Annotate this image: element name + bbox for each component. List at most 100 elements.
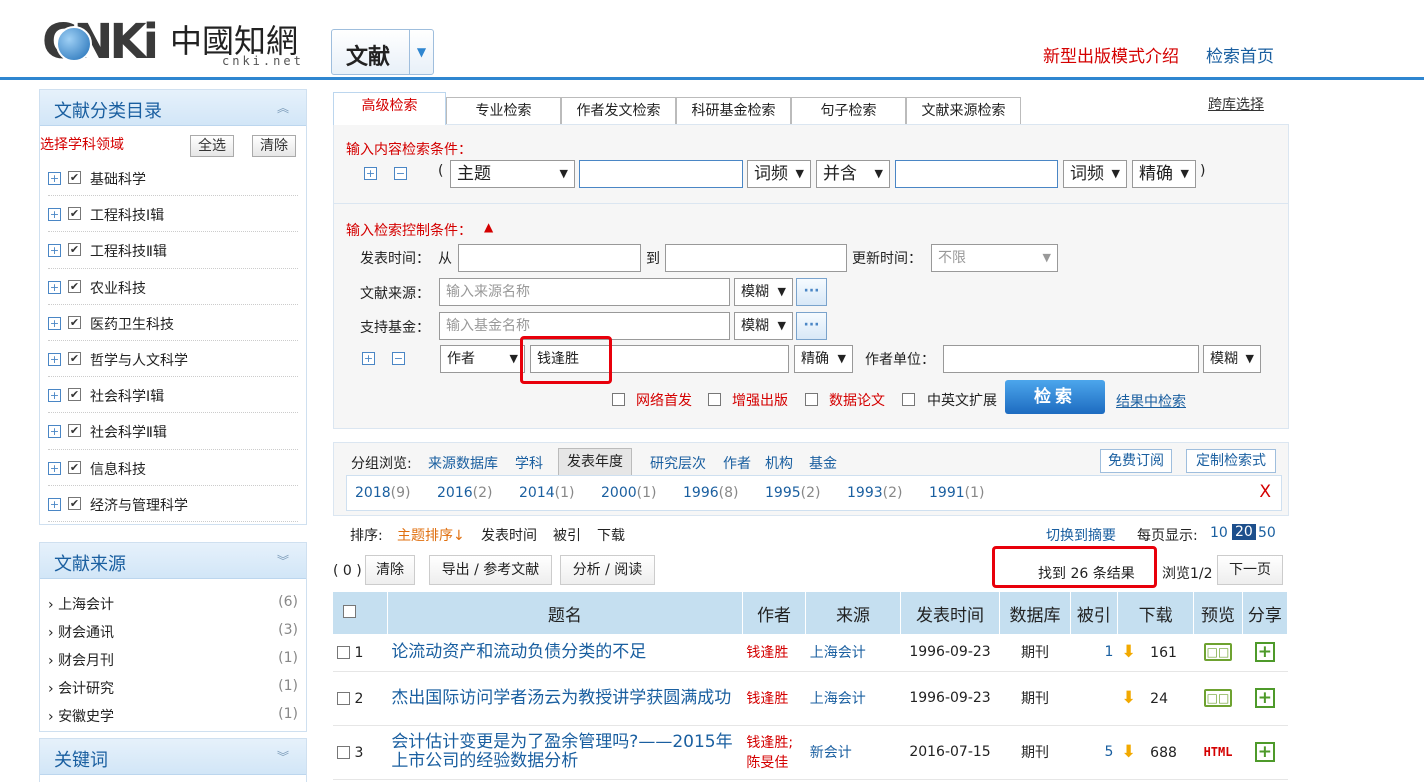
col-download[interactable]: 下载 [1117, 592, 1195, 634]
col-preview[interactable]: 预览 [1193, 592, 1243, 634]
share-plus-icon[interactable]: + [1254, 688, 1275, 708]
fund-match-select[interactable]: 模糊 ▼ [734, 312, 793, 340]
subject-item[interactable]: + ✔ 经济与管理科学 [48, 486, 298, 522]
tab-source[interactable]: 文献来源检索 [906, 97, 1021, 125]
search-button[interactable]: 检索 [1005, 380, 1105, 414]
add-author-row-icon[interactable]: + [362, 352, 375, 365]
subject-checkbox[interactable]: ✔ [68, 171, 81, 184]
remove-author-row-icon[interactable]: − [392, 352, 405, 365]
source-name[interactable]: › 财会通讯 [48, 622, 114, 642]
match-select[interactable]: 精确 ▼ [1132, 160, 1196, 188]
year-item[interactable]: 1991(1) [929, 485, 984, 501]
year-item[interactable]: 2014(1) [519, 485, 574, 501]
collapse-up-icon[interactable]: ▲ [484, 220, 493, 234]
expand-plus-icon[interactable]: + [48, 352, 61, 366]
next-page-button[interactable]: 下一页 [1217, 555, 1283, 585]
source-link[interactable]: 上海会计 [810, 645, 866, 661]
subject-label[interactable]: 农业科技 [90, 278, 146, 298]
expand-plus-icon[interactable]: + [48, 497, 61, 511]
cross-lib-link[interactable]: 跨库选择 [1208, 94, 1264, 114]
opt-online-first-checkbox[interactable] [612, 393, 625, 406]
tab-fund[interactable]: 科研基金检索 [676, 97, 791, 125]
tab-advanced[interactable]: 高级检索 [333, 92, 446, 125]
page-size-50[interactable]: 50 [1258, 525, 1276, 541]
year-item[interactable]: 2016(2) [437, 485, 492, 501]
source-item[interactable]: › 财会通讯 (3) [48, 617, 298, 645]
row-select[interactable]: 3 [333, 725, 388, 780]
subject-checkbox[interactable]: ✔ [68, 315, 81, 329]
row-select[interactable]: 2 [333, 671, 388, 726]
subject-label[interactable]: 医药卫生科技 [90, 314, 174, 334]
subject-checkbox[interactable]: ✔ [68, 424, 81, 438]
subject-checkbox[interactable]: ✔ [68, 207, 81, 221]
year-item[interactable]: 1995(2) [765, 485, 820, 501]
year-item[interactable]: 1993(2) [847, 485, 902, 501]
expand-plus-icon[interactable]: + [48, 208, 61, 222]
sort-relevance[interactable]: 主题排序↓ [397, 525, 465, 545]
group-org[interactable]: 机构 [765, 453, 793, 473]
group-pub-year[interactable]: 发表年度 [558, 448, 632, 476]
sort-date[interactable]: 发表时间 [481, 525, 537, 545]
share-plus-icon[interactable]: + [1254, 742, 1275, 762]
remove-row-icon[interactable]: − [394, 167, 407, 180]
freq-select-2[interactable]: 词频 ▼ [1063, 160, 1127, 188]
search-home-link[interactable]: 检索首页 [1206, 42, 1274, 67]
subject-label[interactable]: 社会科学Ⅰ辑 [90, 386, 164, 406]
logic-select[interactable]: 并含 ▼ [816, 160, 890, 188]
sort-downloads[interactable]: 下载 [597, 525, 625, 545]
date-from-input[interactable] [458, 244, 641, 272]
new-mode-link[interactable]: 新型出版模式介绍 [1043, 42, 1179, 67]
tab-author[interactable]: 作者发文检索 [561, 97, 676, 125]
cited-count[interactable]: 5 [1070, 725, 1118, 780]
col-title[interactable]: 题名 [387, 592, 743, 634]
select-all-button[interactable]: 全选 [190, 135, 234, 157]
group-subject[interactable]: 学科 [515, 453, 543, 473]
subject-item[interactable]: + ✔ 社会科学Ⅰ辑 [48, 377, 298, 414]
search-in-results-link[interactable]: 结果中检索 [1116, 391, 1186, 411]
fund-more-button[interactable]: ··· [796, 312, 827, 340]
download-icon[interactable]: ⬇ [1121, 642, 1135, 662]
opt-data-paper-checkbox[interactable] [805, 393, 818, 406]
opt-enhanced-checkbox[interactable] [708, 393, 721, 406]
source-item[interactable]: › 上海会计 (6) [48, 589, 298, 617]
subject-label[interactable]: 信息科技 [90, 459, 146, 479]
freq-select-1[interactable]: 词频 ▼ [747, 160, 811, 188]
book-preview-icon[interactable]: □□ [1204, 689, 1233, 707]
col-share[interactable]: 分享 [1242, 592, 1289, 634]
year-item[interactable]: 2000(1) [601, 485, 656, 501]
date-to-input[interactable] [665, 244, 847, 272]
source-name[interactable]: › 财会月刊 [48, 650, 114, 670]
subject-item[interactable]: + ✔ 哲学与人文科学 [48, 341, 298, 378]
year-item[interactable]: 2018(9) [355, 485, 410, 501]
sort-cited[interactable]: 被引 [553, 525, 581, 545]
subject-item[interactable]: + ✔ 工程科技Ⅱ辑 [48, 232, 298, 269]
subject-label[interactable]: 工程科技Ⅰ辑 [90, 205, 164, 225]
keyword-panel-header[interactable]: 关键词 ︾ [40, 739, 306, 775]
row-checkbox[interactable] [337, 645, 350, 659]
subject-checkbox[interactable]: ✔ [68, 388, 81, 402]
expand-plus-icon[interactable]: + [48, 425, 61, 439]
article-title-link[interactable]: 杰出国际访问学者汤云为教授讲学获圆满成功 [391, 688, 731, 708]
source-item[interactable]: › 会计研究 (1) [48, 673, 298, 701]
row-checkbox[interactable] [337, 691, 350, 705]
collapse-up-icon[interactable]: ︽ [274, 99, 292, 117]
cited-count[interactable]: 1 [1070, 634, 1118, 672]
page-size-10[interactable]: 10 [1210, 525, 1228, 541]
switch-abstract-link[interactable]: 切换到摘要 [1046, 525, 1116, 545]
group-author[interactable]: 作者 [723, 453, 751, 473]
author-link[interactable]: 钱逢胜;陈旻佳 [746, 735, 793, 771]
group-level[interactable]: 研究层次 [650, 453, 706, 473]
expand-down-icon[interactable]: ︾ [274, 552, 292, 570]
cnki-logo[interactable]: CNKi 中國知網 cnki.net [42, 12, 302, 72]
subject-label[interactable]: 经济与管理科学 [90, 495, 188, 515]
free-subscribe-button[interactable]: 免费订阅 [1100, 449, 1172, 473]
expand-plus-icon[interactable]: + [48, 316, 61, 330]
col-cited[interactable]: 被引 [1070, 592, 1118, 634]
analyze-button[interactable]: 分析 / 阅读 [560, 555, 655, 585]
org-match-select[interactable]: 模糊 ▼ [1203, 345, 1261, 373]
author-match-select[interactable]: 精确 ▼ [794, 345, 853, 373]
expand-plus-icon[interactable]: + [48, 280, 61, 294]
article-title-link[interactable]: 论流动资产和流动负债分类的不足 [391, 642, 646, 662]
expand-plus-icon[interactable]: + [48, 461, 61, 475]
source-name[interactable]: › 安徽史学 [48, 706, 114, 726]
